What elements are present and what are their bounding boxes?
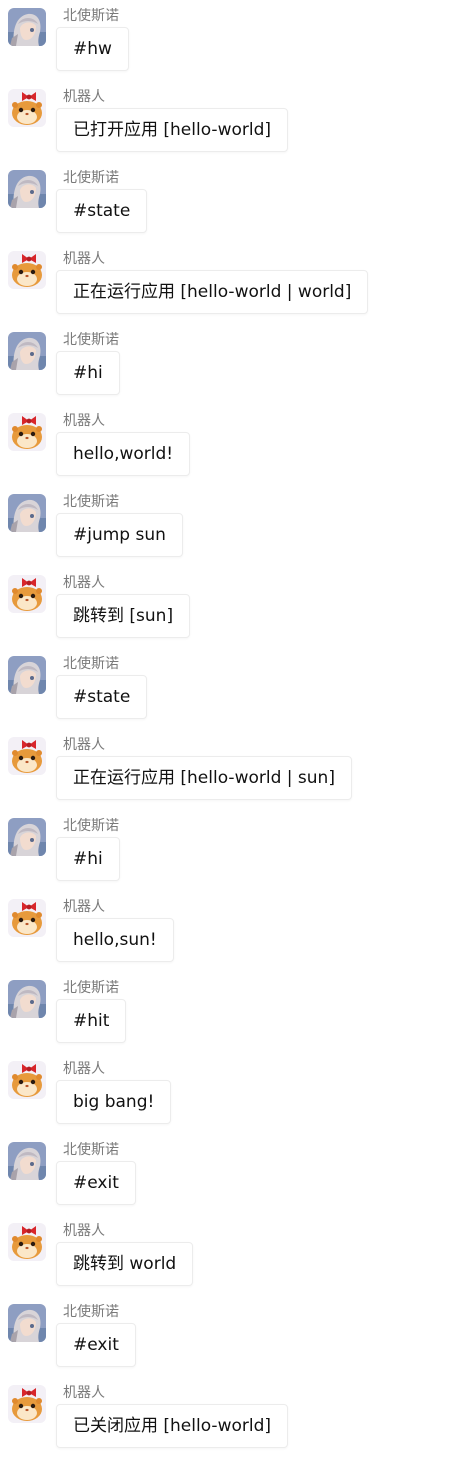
sender-name: 机器人 (63, 1223, 105, 1239)
sender-name: 机器人 (63, 575, 105, 591)
sender-name: 北使斯诺 (63, 332, 119, 348)
anime-girl-avatar-icon[interactable] (8, 656, 46, 694)
anime-girl-avatar-icon[interactable] (8, 1304, 46, 1342)
hamster-avatar-icon[interactable] (8, 413, 46, 451)
message-bubble[interactable]: 已关闭应用 [hello-world] (56, 1404, 289, 1448)
message-bubble[interactable]: 正在运行应用 [hello-world | sun] (56, 756, 352, 800)
hamster-avatar-icon[interactable] (8, 251, 46, 289)
message-row: 机器人 big bang! (0, 1053, 449, 1134)
message-row: 机器人 已关闭应用 [hello-world] (0, 1377, 449, 1458)
hamster-avatar-icon[interactable] (8, 899, 46, 937)
message-row: 北使斯诺 #state (0, 162, 449, 243)
message-bubble[interactable]: #hw (56, 27, 129, 71)
sender-name: 北使斯诺 (63, 494, 119, 510)
hamster-avatar-icon[interactable] (8, 1385, 46, 1423)
message-bubble[interactable]: hello,sun! (56, 918, 174, 962)
anime-girl-avatar-icon[interactable] (8, 332, 46, 370)
message-row: 北使斯诺 #state (0, 648, 449, 729)
message-row: 机器人 已打开应用 [hello-world] (0, 81, 449, 162)
message-row: 机器人 正在运行应用 [hello-world | sun] (0, 729, 449, 810)
hamster-avatar-icon[interactable] (8, 1223, 46, 1261)
message-bubble[interactable]: 跳转到 [sun] (56, 594, 191, 638)
message-bubble[interactable]: #jump sun (56, 513, 183, 557)
sender-name: 机器人 (63, 413, 105, 429)
sender-name: 北使斯诺 (63, 1304, 119, 1320)
message-bubble[interactable]: #exit (56, 1161, 136, 1205)
sender-name: 北使斯诺 (63, 1142, 119, 1158)
message-bubble[interactable]: 正在运行应用 [hello-world | world] (56, 270, 369, 314)
message-row: 机器人 正在运行应用 [hello-world | world] (0, 243, 449, 324)
message-row: 北使斯诺 #hw (0, 0, 449, 81)
sender-name: 北使斯诺 (63, 980, 119, 996)
sender-name: 机器人 (63, 899, 105, 915)
sender-name: 北使斯诺 (63, 170, 119, 186)
sender-name: 北使斯诺 (63, 8, 119, 24)
sender-name: 北使斯诺 (63, 818, 119, 834)
hamster-avatar-icon[interactable] (8, 89, 46, 127)
message-bubble[interactable]: #state (56, 675, 148, 719)
sender-name: 机器人 (63, 1385, 105, 1401)
message-bubble[interactable]: big bang! (56, 1080, 172, 1124)
message-row: 北使斯诺 #exit (0, 1296, 449, 1377)
message-bubble[interactable]: #hit (56, 999, 127, 1043)
hamster-avatar-icon[interactable] (8, 1061, 46, 1099)
sender-name: 机器人 (63, 1061, 105, 1077)
message-bubble[interactable]: #exit (56, 1323, 136, 1367)
hamster-avatar-icon[interactable] (8, 575, 46, 613)
message-row: 北使斯诺 #hi (0, 324, 449, 405)
sender-name: 北使斯诺 (63, 656, 119, 672)
anime-girl-avatar-icon[interactable] (8, 8, 46, 46)
message-row: 机器人 hello,sun! (0, 891, 449, 972)
sender-name: 机器人 (63, 251, 105, 267)
anime-girl-avatar-icon[interactable] (8, 818, 46, 856)
message-row: 北使斯诺 #exit (0, 1134, 449, 1215)
message-row: 机器人 hello,world! (0, 405, 449, 486)
message-row: 机器人 跳转到 world (0, 1215, 449, 1296)
sender-name: 机器人 (63, 737, 105, 753)
sender-name: 机器人 (63, 89, 105, 105)
message-bubble[interactable]: 已打开应用 [hello-world] (56, 108, 289, 152)
message-row: 北使斯诺 #jump sun (0, 486, 449, 567)
anime-girl-avatar-icon[interactable] (8, 980, 46, 1018)
message-bubble[interactable]: hello,world! (56, 432, 191, 476)
hamster-avatar-icon[interactable] (8, 737, 46, 775)
message-row: 机器人 跳转到 [sun] (0, 567, 449, 648)
message-bubble[interactable]: #hi (56, 351, 120, 395)
message-bubble[interactable]: 跳转到 world (56, 1242, 194, 1286)
message-bubble[interactable]: #hi (56, 837, 120, 881)
message-row: 北使斯诺 #hi (0, 810, 449, 891)
message-bubble[interactable]: #state (56, 189, 148, 233)
anime-girl-avatar-icon[interactable] (8, 170, 46, 208)
message-row: 北使斯诺 #hit (0, 972, 449, 1053)
anime-girl-avatar-icon[interactable] (8, 1142, 46, 1180)
anime-girl-avatar-icon[interactable] (8, 494, 46, 532)
